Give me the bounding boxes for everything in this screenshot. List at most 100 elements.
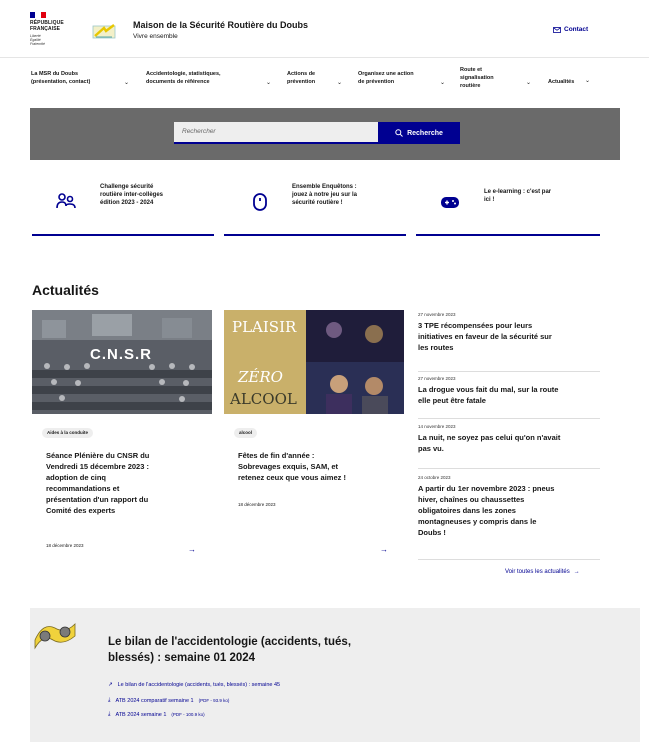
contact-link[interactable]: Contact — [553, 26, 588, 33]
title-line: elle peut être fatale — [418, 396, 486, 405]
title-line: Sobrevages exquis, SAM, et — [238, 462, 339, 471]
bilan-link-semaine-1[interactable]: ⤓ ATB 2024 semaine 1 (PDF - 100.9 ko) — [108, 711, 205, 718]
nav-label: documents de référence — [146, 79, 210, 85]
news-card-date: 18 décembre 2023 — [238, 502, 276, 507]
chevron-down-icon[interactable]: ⌄ — [266, 79, 271, 86]
tile-line: Challenge sécurité — [100, 184, 154, 190]
news-list-item[interactable]: 27 novembre 2023 3 TPE récompensées pour… — [418, 312, 600, 353]
see-all-label: Voir toutes les actualités — [505, 569, 570, 575]
nav-item-actualites[interactable]: Actualités — [548, 78, 574, 86]
search-icon — [395, 129, 403, 137]
mail-icon — [553, 26, 561, 33]
see-all-news-link[interactable]: Voir toutes les actualités → — [505, 569, 580, 575]
people-icon — [56, 193, 76, 209]
title-line: 3 TPE récompensées pour leurs — [418, 321, 533, 330]
title-line: les routes — [418, 343, 454, 352]
republique-francaise-logo[interactable]: RÉPUBLIQUE FRANÇAISE Liberté Égalité Fra… — [30, 12, 70, 46]
file-meta: (PDF - 93.9 ko) — [198, 698, 230, 703]
tile-challenge[interactable]: Challenge sécurité routière inter-collèg… — [32, 178, 214, 236]
news-section-title: Actualités — [32, 282, 99, 298]
arrow-right-icon[interactable]: → — [380, 545, 388, 554]
main-nav: La MSR du Doubs (présentation, contact) … — [0, 58, 649, 102]
tile-elearning[interactable]: Le e-learning : c'est par ici ! — [416, 178, 600, 236]
motto-line: Fraternité — [30, 42, 45, 46]
title-line: Le bilan de l'accidentologie (accidents,… — [108, 636, 352, 648]
news-title[interactable]: 3 TPE récompensées pour leurs initiative… — [418, 320, 600, 353]
news-date: 14 novembre 2023 — [418, 424, 456, 429]
image-text: PLAISIR — [232, 318, 297, 336]
search-input[interactable]: Rechercher — [174, 122, 378, 144]
nav-label: Route et — [460, 67, 482, 73]
bilan-title[interactable]: Le bilan de l'accidentologie (accidents,… — [108, 634, 408, 666]
bilan-link-label: ATB 2024 semaine 1 — [115, 711, 167, 718]
nav-label: routière — [460, 83, 481, 89]
title-line: Comité des experts — [46, 506, 116, 515]
news-date: 27 novembre 2023 — [418, 376, 456, 381]
nav-label: Organisez une action — [358, 71, 414, 77]
republic-line: FRANÇAISE — [30, 26, 61, 32]
nav-item-msr[interactable]: La MSR du Doubs (présentation, contact) — [31, 70, 90, 86]
divider — [418, 468, 600, 469]
title-line: A partir du 1er novembre 2023 : pneus — [418, 484, 555, 493]
nav-label: Accidentologie, statistiques, — [146, 71, 221, 77]
republic-motto: Liberté Égalité Fraternité — [30, 34, 70, 46]
news-list-item[interactable]: 14 novembre 2023 La nuit, ne soyez pas c… — [418, 424, 600, 454]
site-title[interactable]: Maison de la Sécurité Routière du Doubs — [133, 20, 308, 30]
nav-item-accidentologie[interactable]: Accidentologie, statistiques, documents … — [146, 70, 221, 86]
search-placeholder: Rechercher — [182, 128, 216, 135]
divider — [418, 371, 600, 372]
image-caption: C.N.S.R — [90, 346, 153, 363]
image-text: ALCOOL — [230, 390, 297, 408]
tile-line: routière inter-collèges — [100, 192, 164, 198]
news-title[interactable]: La nuit, ne soyez pas celui qu'on n'avai… — [418, 432, 600, 454]
news-card-tag[interactable]: Aides à la conduite — [42, 428, 94, 438]
msr-logo-icon[interactable] — [92, 22, 118, 40]
title-line: Doubs ! — [418, 528, 446, 537]
news-card-fetes[interactable]: PLAISIR ZÉRO ALCOOL alcool Fêtes de fin … — [224, 310, 404, 568]
chevron-down-icon[interactable]: ⌄ — [585, 77, 590, 84]
news-list-item[interactable]: 24 octobre 2023 A partir du 1er novembre… — [418, 475, 600, 538]
chevron-down-icon[interactable]: ⌄ — [124, 79, 129, 86]
nav-item-actions[interactable]: Actions de prévention — [287, 70, 315, 86]
atb-logo-icon — [34, 623, 76, 650]
bilan-link-semaine-45[interactable]: ↗ Le bilan de l'accidentologie (accident… — [108, 682, 280, 688]
news-list-item[interactable]: 27 novembre 2023 La drogue vous fait du … — [418, 376, 600, 406]
news-title[interactable]: La drogue vous fait du mal, sur la route… — [418, 384, 600, 406]
chevron-down-icon[interactable]: ⌄ — [337, 79, 342, 86]
arrow-right-icon[interactable]: → — [188, 545, 196, 554]
tile-line: jouez à notre jeu sur la — [292, 192, 358, 198]
title-line: présentation d'un rapport du — [46, 495, 149, 504]
search-button[interactable]: Recherche — [378, 122, 460, 144]
search-button-label: Recherche — [407, 129, 443, 137]
gamepad-icon — [441, 197, 459, 208]
nav-item-route[interactable]: Route et signalisation routière — [460, 66, 494, 90]
news-card-title[interactable]: Fêtes de fin d'année : Sobrevages exquis… — [238, 450, 396, 483]
title-line: Séance Plénière du CNSR du — [46, 451, 150, 460]
title-line: La drogue vous fait du mal, sur la route — [418, 385, 559, 394]
chevron-down-icon[interactable]: ⌄ — [526, 79, 531, 86]
news-card-tag[interactable]: alcool — [234, 428, 258, 438]
news-date: 24 octobre 2023 — [418, 475, 451, 480]
title-line: Vendredi 15 décembre 2023 : — [46, 462, 149, 471]
tile-line: ici ! — [484, 197, 495, 203]
tile-enquetons[interactable]: Ensemble Enquêtons : jouez à notre jeu s… — [224, 178, 406, 236]
tile-line: sécurité routière ! — [292, 200, 343, 206]
image-text: ZÉRO — [238, 368, 283, 386]
news-card-image: PLAISIR ZÉRO ALCOOL — [224, 310, 404, 414]
republic-name: RÉPUBLIQUE FRANÇAISE — [30, 20, 70, 32]
news-card-cnsr[interactable]: C.N.S.R Aides à la conduite Séance Pléni… — [32, 310, 212, 568]
title-line: initiatives en faveur de la sécurité sur — [418, 332, 552, 341]
title-line: La nuit, ne soyez pas celui qu'on n'avai… — [418, 433, 561, 442]
search-band: Rechercher Recherche — [30, 108, 620, 160]
nav-label: La MSR du Doubs — [31, 71, 79, 77]
tile-line: édition 2023 - 2024 — [100, 200, 154, 206]
flag-icon — [30, 12, 46, 18]
chevron-down-icon[interactable]: ⌄ — [440, 79, 445, 86]
title-line: recommandations et — [46, 484, 120, 493]
bilan-link-label: Le bilan de l'accidentologie (accidents,… — [117, 682, 281, 688]
bilan-link-comparatif[interactable]: ⤓ ATB 2024 comparatif semaine 1 (PDF - 9… — [108, 697, 229, 704]
news-card-title[interactable]: Séance Plénière du CNSR du Vendredi 15 d… — [46, 450, 204, 516]
news-title[interactable]: A partir du 1er novembre 2023 : pneus hi… — [418, 483, 600, 538]
nav-item-organisez[interactable]: Organisez une action de prévention — [358, 70, 414, 86]
download-icon: ⤓ — [108, 697, 111, 703]
